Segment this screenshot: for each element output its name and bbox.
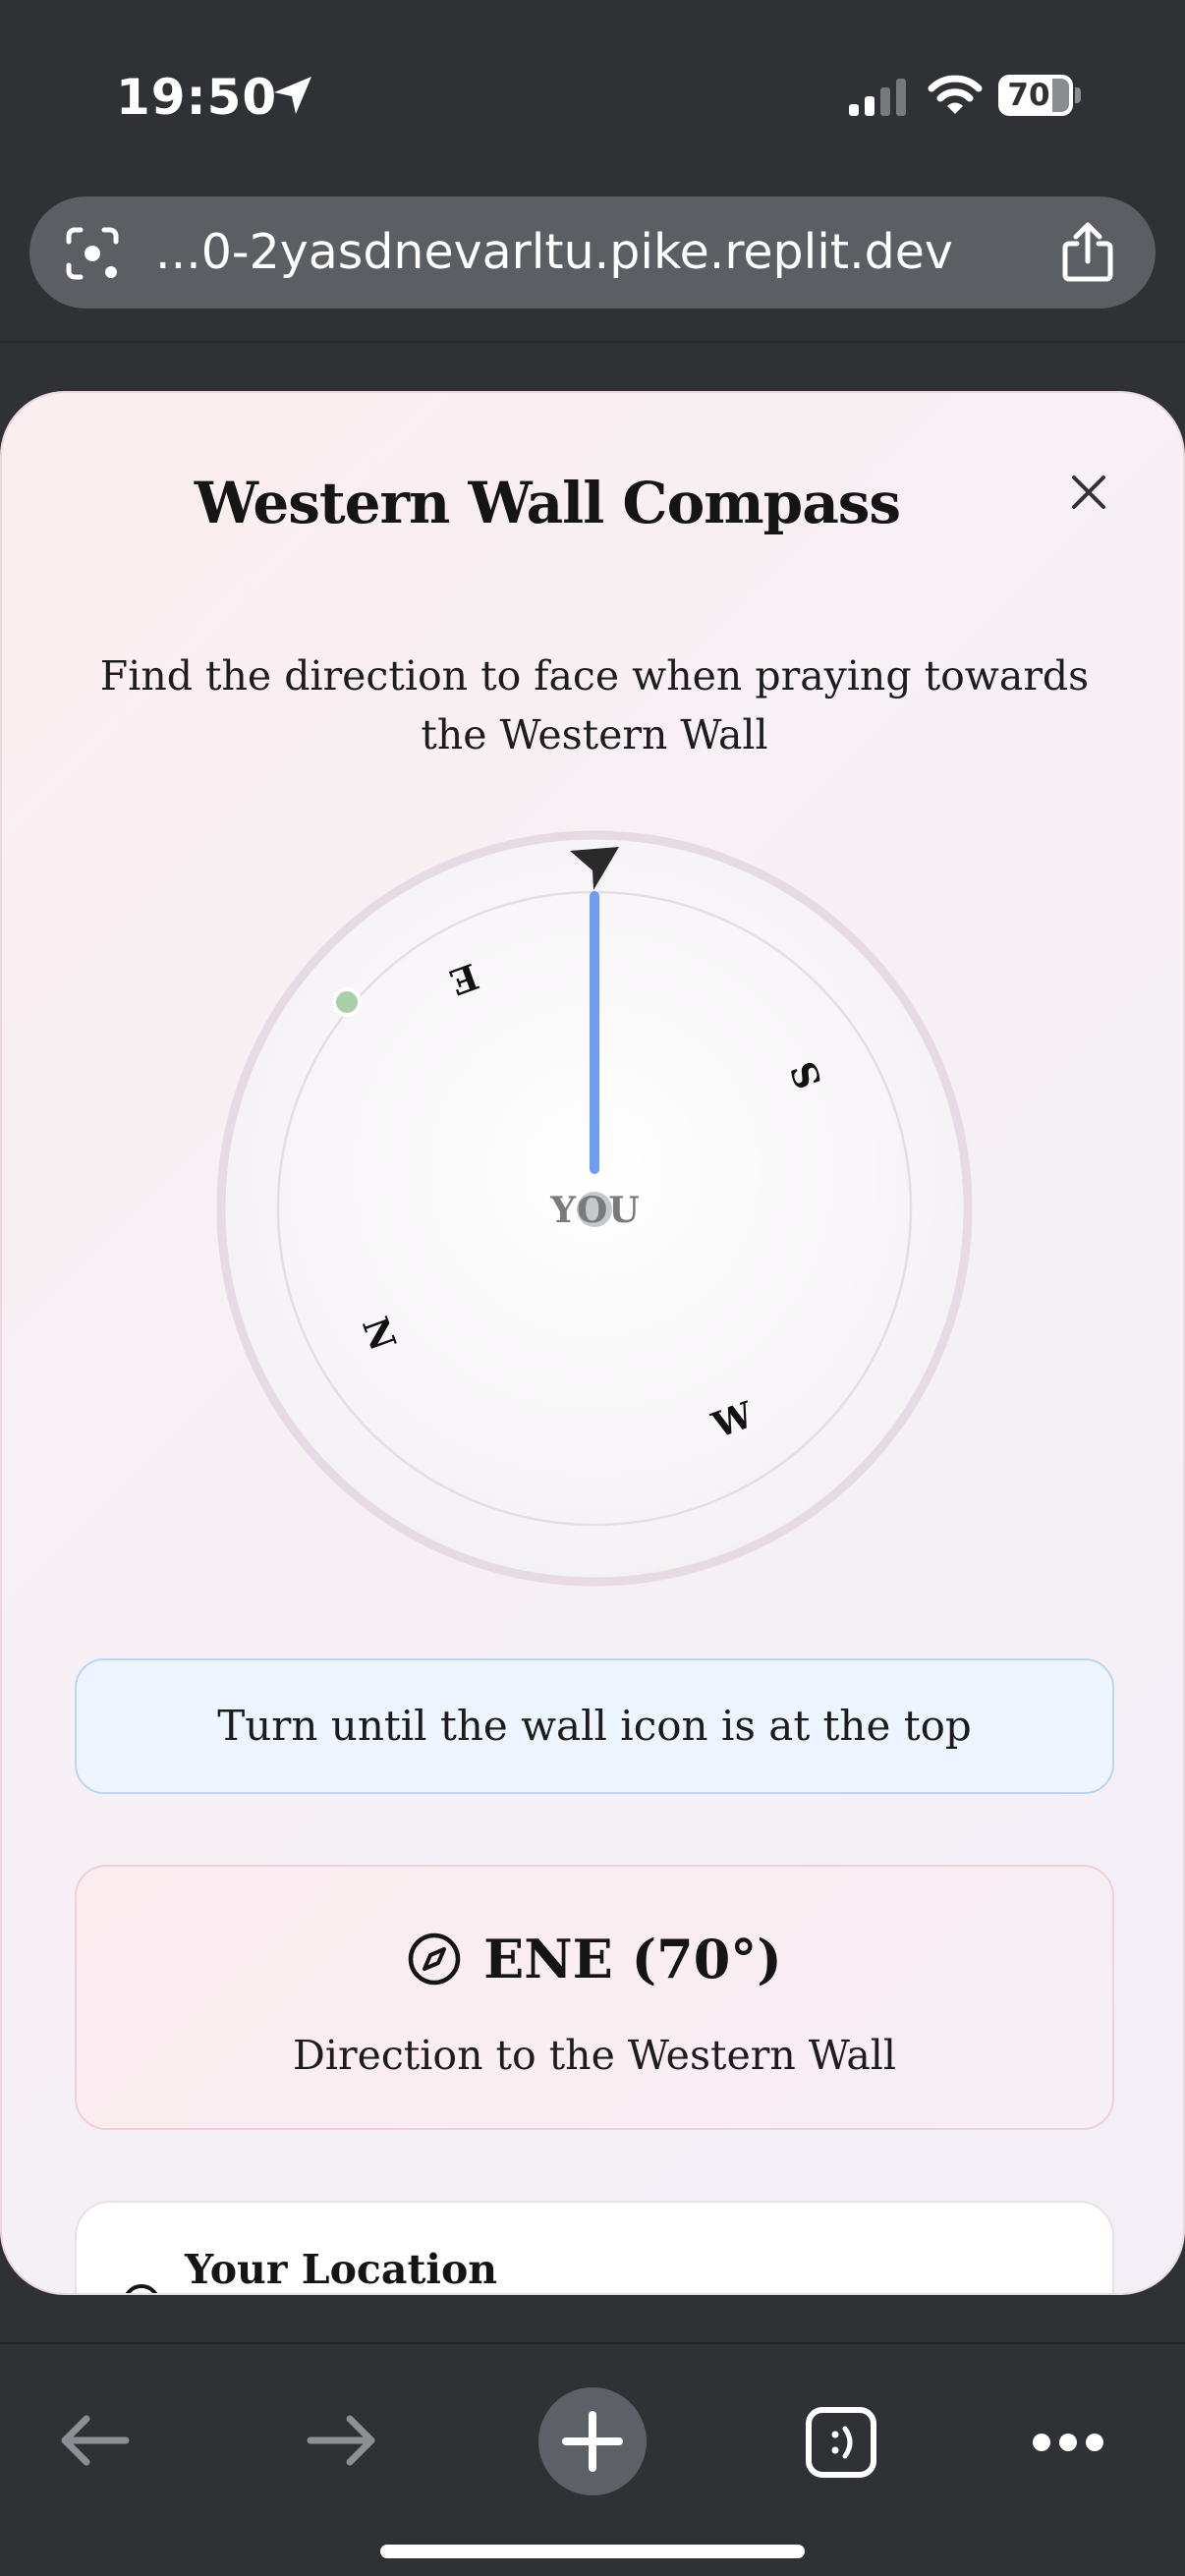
location-card[interactable]: Your Location	[75, 2201, 1114, 2293]
address-bar[interactable]: ...0-2yasdnevarltu.pike.replit.dev	[29, 196, 1156, 308]
home-indicator[interactable]	[380, 2545, 805, 2558]
instruction-text: Turn until the wall icon is at the top	[217, 1702, 972, 1750]
signal-icon	[849, 79, 906, 116]
location-title: Your Location	[185, 2246, 498, 2293]
status-bar: 19:50 70	[0, 0, 1185, 187]
share-icon[interactable]	[1059, 222, 1116, 283]
wifi-icon	[928, 75, 983, 114]
direction-caption: Direction to the Western Wall	[292, 2032, 897, 2079]
instruction-banner: Turn until the wall icon is at the top	[75, 1658, 1114, 1794]
compass-icon	[408, 1932, 461, 1986]
back-arrow-icon[interactable]	[57, 2411, 130, 2470]
direction-value: ENE (70°)	[483, 1928, 782, 1990]
battery-icon: 70	[998, 75, 1081, 116]
new-tab-button[interactable]	[538, 2387, 647, 2495]
forward-arrow-icon[interactable]	[307, 2411, 379, 2470]
tabs-icon[interactable]	[804, 2405, 878, 2480]
url-text[interactable]: ...0-2yasdnevarltu.pike.replit.dev	[155, 220, 1059, 285]
battery-level: 70	[1007, 78, 1050, 113]
modal-subtitle: Find the direction to face when praying …	[99, 652, 1090, 758]
compass-inner-ring	[276, 890, 913, 1527]
compass-label-north: N	[354, 1312, 404, 1356]
lens-icon[interactable]	[65, 226, 120, 281]
compass-label-south: S	[783, 1056, 830, 1094]
center-dot	[577, 1192, 612, 1227]
modal-title: Western Wall Compass	[194, 470, 901, 536]
compass-outer-ring	[216, 830, 973, 1587]
plus-icon	[562, 2411, 623, 2472]
you-label: YOU	[550, 1190, 641, 1231]
direction-card: ENE (70°) Direction to the Western Wall	[75, 1865, 1114, 2130]
location-arrow-icon	[274, 77, 311, 114]
compass-label-east: E	[444, 955, 483, 1003]
divider	[0, 341, 1185, 343]
status-time: 19:50	[116, 69, 278, 126]
compass-label-west: W	[706, 1394, 760, 1447]
target-marker	[332, 987, 362, 1017]
browser-toolbar	[0, 2342, 1185, 2576]
more-icon[interactable]	[1032, 2431, 1104, 2454]
target-icon	[125, 2284, 158, 2293]
wall-direction-icon	[570, 847, 619, 890]
compass-modal: Western Wall Compass Find the direction …	[0, 391, 1185, 2295]
close-icon[interactable]	[1066, 470, 1111, 515]
